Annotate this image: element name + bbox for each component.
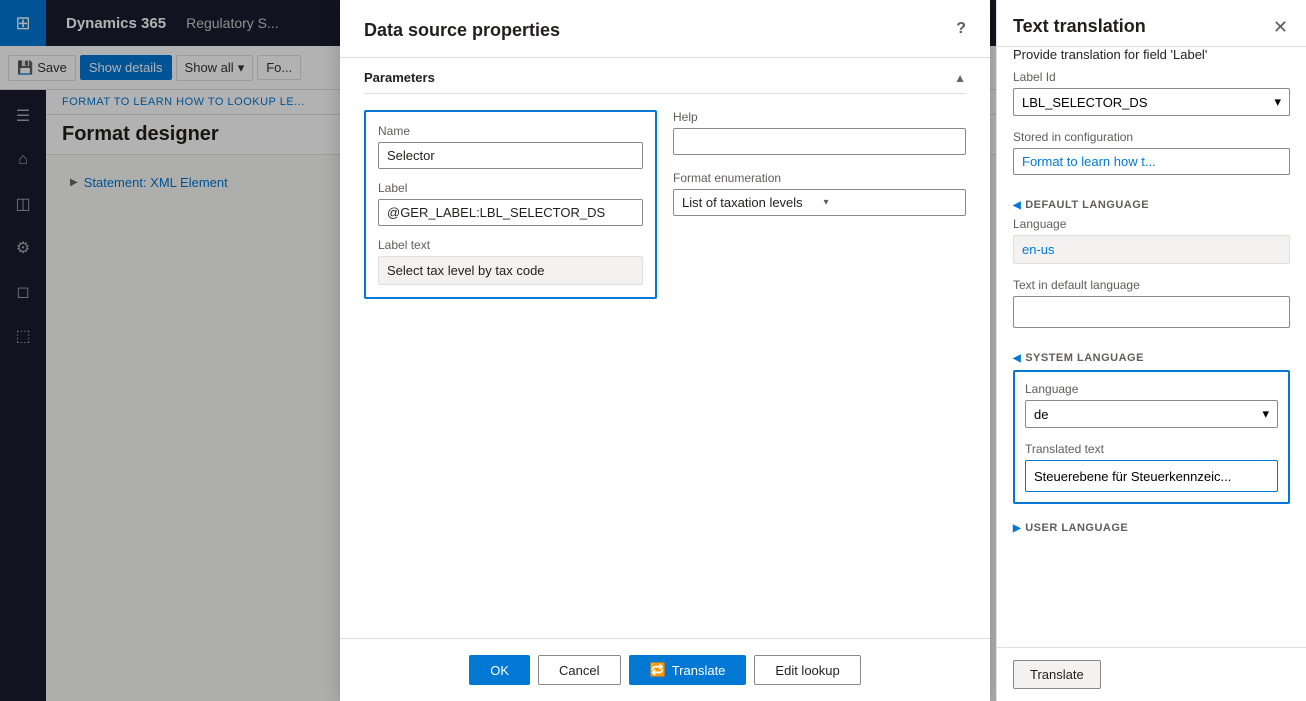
help-field-group: Help — [673, 110, 966, 155]
sys-language-label: Language — [1025, 382, 1278, 396]
translated-text-label: Translated text — [1025, 442, 1278, 456]
label-id-input[interactable]: LBL_SELECTOR_DS ▾ — [1013, 88, 1290, 116]
params-title: Parameters — [364, 70, 435, 85]
label-text-value: Select tax level by tax code — [378, 256, 643, 285]
label-field-group: Label — [378, 181, 643, 226]
edit-lookup-button[interactable]: Edit lookup — [754, 655, 860, 685]
chevron-down-icon: ▾ — [1262, 406, 1269, 422]
label-id-value: LBL_SELECTOR_DS — [1022, 95, 1148, 110]
system-lang-title: SYSTEM LANGUAGE — [1025, 352, 1144, 364]
format-enum-dropdown[interactable]: List of taxation levels ▾ — [673, 189, 966, 216]
stored-config-group: Stored in configuration Format to learn … — [1013, 130, 1290, 175]
ds-panel-header: Data source properties ? — [340, 0, 990, 58]
collapse-arrow-icon: ◀ — [1013, 200, 1021, 211]
ds-properties-panel: Data source properties ? Parameters ▲ Na… — [340, 0, 990, 701]
user-lang-title: USER LANGUAGE — [1025, 522, 1128, 534]
stored-label: Stored in configuration — [1013, 130, 1290, 144]
language-label: Language — [1013, 217, 1290, 231]
sys-language-group: Language de ▾ — [1025, 382, 1278, 428]
close-icon[interactable]: ✕ — [1271, 16, 1290, 38]
name-input[interactable] — [378, 142, 643, 169]
tt-footer: Translate — [997, 647, 1306, 701]
translate-icon: 🔁 — [650, 662, 666, 678]
chevron-down-icon: ▾ — [824, 197, 958, 208]
tt-title: Text translation — [1013, 16, 1146, 37]
name-field-group: Name — [378, 124, 643, 169]
label-text-field-group: Label text Select tax level by tax code — [378, 238, 643, 285]
text-translation-panel: Text translation ✕ Provide translation f… — [996, 0, 1306, 701]
sys-language-dropdown[interactable]: de ▾ — [1025, 400, 1278, 428]
params-section-header: Parameters ▲ — [364, 58, 966, 94]
params-collapse-icon[interactable]: ▲ — [954, 71, 966, 85]
help-icon[interactable]: ? — [956, 20, 966, 38]
name-label: Name — [378, 124, 643, 138]
system-lang-header: ◀ SYSTEM LANGUAGE — [1013, 342, 1290, 370]
tt-header: Text translation ✕ — [997, 0, 1306, 47]
ds-panel-title: Data source properties — [364, 20, 560, 40]
format-enum-field-group: Format enumeration List of taxation leve… — [673, 171, 966, 216]
footer-translate-button[interactable]: Translate — [1013, 660, 1101, 689]
chevron-down-icon: ▾ — [1274, 94, 1281, 110]
ok-button[interactable]: OK — [469, 655, 530, 685]
tt-body: Label Id LBL_SELECTOR_DS ▾ Stored in con… — [997, 70, 1306, 647]
translated-text-input[interactable] — [1025, 460, 1278, 492]
translate-button[interactable]: 🔁 Translate — [629, 655, 747, 685]
help-input[interactable] — [673, 128, 966, 155]
sys-collapse-arrow-icon: ◀ — [1013, 353, 1021, 364]
tt-subtitle: Provide translation for field 'Label' — [997, 47, 1306, 70]
text-default-group: Text in default language — [1013, 278, 1290, 328]
sys-language-value: de — [1034, 407, 1048, 422]
language-value: en-us — [1013, 235, 1290, 264]
format-enum-value: List of taxation levels — [682, 195, 816, 210]
label-id-label: Label Id — [1013, 70, 1290, 84]
text-default-input[interactable] — [1013, 296, 1290, 328]
help-label: Help — [673, 110, 966, 124]
modal-overlay: Data source properties ? Parameters ▲ Na… — [0, 0, 1306, 701]
system-lang-box: Language de ▾ Translated text — [1013, 370, 1290, 504]
translate-label: Translate — [672, 663, 726, 678]
cancel-button[interactable]: Cancel — [538, 655, 620, 685]
label-text-label: Label text — [378, 238, 643, 252]
right-param-group: Help Format enumeration List of taxation… — [673, 110, 966, 299]
user-lang-header: ▶ USER LANGUAGE — [1013, 516, 1290, 540]
default-lang-header: ◀ DEFAULT LANGUAGE — [1013, 189, 1290, 217]
ds-panel-footer: OK Cancel 🔁 Translate Edit lookup — [340, 638, 990, 701]
ds-panel-body: Parameters ▲ Name Label Label text — [340, 58, 990, 638]
label-id-group: Label Id LBL_SELECTOR_DS ▾ — [1013, 70, 1290, 116]
stored-value[interactable]: Format to learn how t... — [1013, 148, 1290, 175]
params-grid: Name Label Label text Select tax level b… — [364, 110, 966, 299]
language-group: Language en-us — [1013, 217, 1290, 264]
default-lang-title: DEFAULT LANGUAGE — [1025, 199, 1149, 211]
left-param-group: Name Label Label text Select tax level b… — [364, 110, 657, 299]
label-label: Label — [378, 181, 643, 195]
format-enum-label: Format enumeration — [673, 171, 966, 185]
text-default-label: Text in default language — [1013, 278, 1290, 292]
user-lang-arrow-icon: ▶ — [1013, 523, 1021, 534]
translated-text-group: Translated text — [1025, 442, 1278, 492]
label-input[interactable] — [378, 199, 643, 226]
